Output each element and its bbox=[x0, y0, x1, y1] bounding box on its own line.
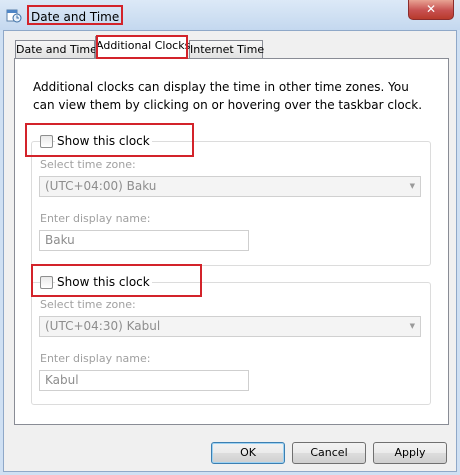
tab-label: Date and Time bbox=[16, 43, 97, 56]
timezone-2-select[interactable]: (UTC+04:30) Kabul ▼ bbox=[39, 316, 421, 337]
show-clock-1-label: Show this clock bbox=[55, 133, 152, 149]
timezone-1-select[interactable]: (UTC+04:00) Baku ▼ bbox=[39, 176, 421, 197]
show-clock-1-checkbox[interactable] bbox=[40, 135, 53, 148]
tab-label: Internet Time bbox=[190, 43, 265, 56]
highlight-frame-tab bbox=[96, 35, 188, 59]
timezone-1-label: Select time zone: bbox=[40, 158, 136, 171]
timezone-2-value: (UTC+04:30) Kabul bbox=[45, 319, 161, 333]
close-icon: ✕ bbox=[425, 2, 437, 16]
dropdown-arrow-icon: ▼ bbox=[409, 322, 415, 330]
tab-internet-time[interactable]: Internet Time bbox=[189, 40, 265, 58]
tab-date-and-time[interactable]: Date and Time bbox=[15, 40, 97, 58]
display-name-2-label: Enter display name: bbox=[40, 352, 151, 365]
display-name-1-input[interactable]: Baku bbox=[39, 230, 249, 251]
ok-button[interactable]: OK bbox=[211, 442, 285, 464]
timezone-1-value: (UTC+04:00) Baku bbox=[45, 179, 157, 193]
description-text: Additional clocks can display the time i… bbox=[33, 80, 423, 112]
clock-calendar-icon bbox=[6, 9, 22, 23]
dropdown-arrow-icon: ▼ bbox=[409, 182, 415, 190]
display-name-2-input[interactable]: Kabul bbox=[39, 370, 249, 391]
window-title: Date and Time bbox=[27, 5, 124, 25]
show-clock-2-checkbox[interactable] bbox=[40, 276, 53, 289]
apply-button[interactable]: Apply bbox=[373, 442, 447, 464]
display-name-1-label: Enter display name: bbox=[40, 212, 151, 225]
timezone-2-label: Select time zone: bbox=[40, 298, 136, 311]
show-clock-2-label: Show this clock bbox=[55, 274, 152, 290]
cancel-button[interactable]: Cancel bbox=[292, 442, 366, 464]
close-button[interactable]: ✕ bbox=[408, 0, 454, 20]
